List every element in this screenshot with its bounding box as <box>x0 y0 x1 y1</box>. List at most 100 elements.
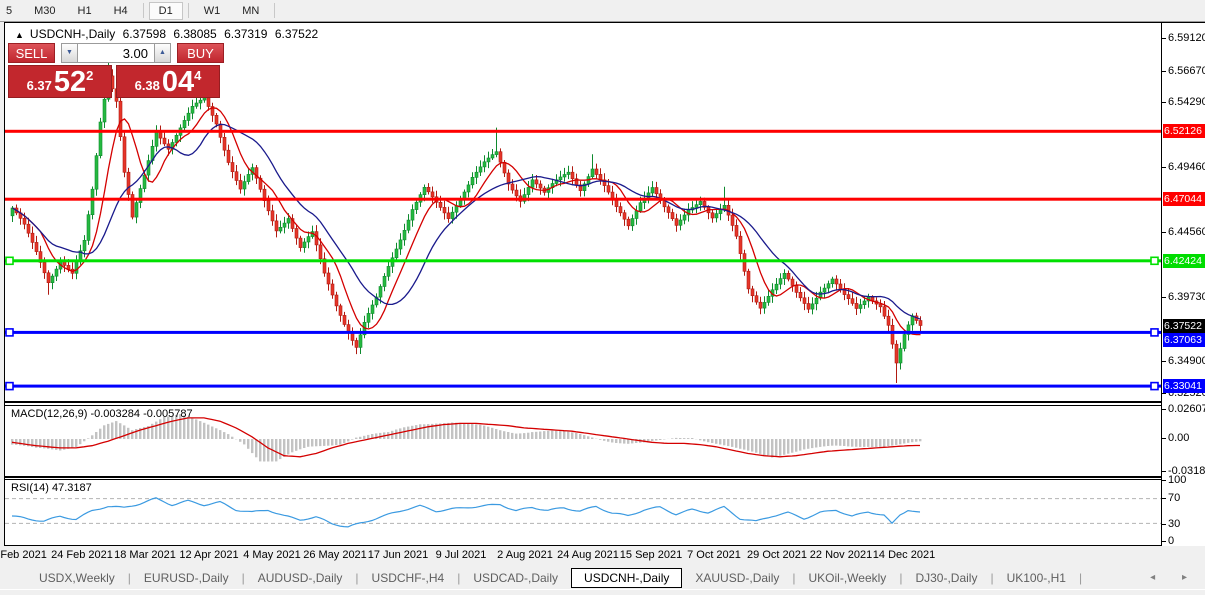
chart-tab-ukoil-weekly[interactable]: UKOil-,Weekly <box>796 568 900 588</box>
date-axis-label: 24 Aug 2021 <box>557 549 619 561</box>
level-price-label[interactable]: 6.47044 <box>1163 192 1205 206</box>
trading-platform-window: 5M30H1H4D1W1MN ▲USDCNH-,Daily 6.37598 6.… <box>0 0 1205 595</box>
date-axis-label: 18 Mar 2021 <box>114 549 176 561</box>
date-axis-label: 12 Apr 2021 <box>179 549 238 561</box>
bid-price-box[interactable]: 6.37 52 2 <box>8 65 112 98</box>
axis-tick <box>1162 498 1166 499</box>
ohlc-open: 6.37598 <box>123 27 166 41</box>
ask-big-digits: 04 <box>162 69 194 95</box>
toolbar-separator <box>143 3 144 18</box>
axis-tick <box>1162 393 1166 394</box>
bid-pip-digit: 2 <box>86 68 93 83</box>
volume-decrease-button[interactable]: ▼ <box>61 43 78 63</box>
tab-separator: | <box>1079 571 1082 585</box>
level-price-label[interactable]: 6.33041 <box>1163 379 1205 393</box>
price-axis-tick-label: 6.54290 <box>1168 96 1205 108</box>
ask-price-box[interactable]: 6.38 04 4 <box>116 65 220 98</box>
price-axis-tick-label: 6.39730 <box>1168 291 1205 303</box>
price-axis-tick-label: 6.49460 <box>1168 161 1205 173</box>
volume-input[interactable] <box>78 43 154 63</box>
axis-tick <box>1162 232 1166 233</box>
chart-tab-usdx-weekly[interactable]: USDX,Weekly <box>26 568 128 588</box>
price-chart-pane[interactable]: ▲USDCNH-,Daily 6.37598 6.38085 6.37319 6… <box>5 23 1161 403</box>
timeframe-button-h4[interactable]: H4 <box>104 2 138 20</box>
date-axis-label: 29 Oct 2021 <box>747 549 807 561</box>
line-handle[interactable] <box>1151 257 1158 264</box>
rsi-chart <box>5 480 1161 545</box>
level-price-label[interactable]: 6.37063 <box>1163 333 1205 347</box>
status-strip <box>0 589 1205 595</box>
timeframe-button-m30[interactable]: M30 <box>24 2 65 20</box>
axis-tick <box>1162 167 1166 168</box>
ohlc-low: 6.37319 <box>224 27 267 41</box>
date-axis: 2 Feb 202124 Feb 202118 Mar 202112 Apr 2… <box>4 546 1205 566</box>
chart-tab-dj30-daily[interactable]: DJ30-,Daily <box>902 568 990 588</box>
line-handle[interactable] <box>6 329 13 336</box>
ask-pip-digit: 4 <box>194 68 201 83</box>
price-axis-tick-label: 6.44560 <box>1168 226 1205 238</box>
line-handle[interactable] <box>6 257 13 264</box>
date-axis-label: 24 Feb 2021 <box>51 549 113 561</box>
line-handle[interactable] <box>1151 329 1158 336</box>
price-axis-tick-label: 6.56670 <box>1168 65 1205 77</box>
chart-window: ▲USDCNH-,Daily 6.37598 6.38085 6.37319 6… <box>4 22 1205 548</box>
chart-tab-uk100-h1[interactable]: UK100-,H1 <box>994 568 1079 588</box>
rsi-axis-tick-label: 100 <box>1168 474 1186 486</box>
line-handle[interactable] <box>1151 383 1158 390</box>
rsi-line <box>12 498 920 527</box>
chart-tab-audusd-daily[interactable]: AUDUSD-,Daily <box>245 568 356 588</box>
chart-tab-eurusd-daily[interactable]: EURUSD-,Daily <box>131 568 242 588</box>
line-handle[interactable] <box>6 383 13 390</box>
axis-tick <box>1162 471 1166 472</box>
bid-prefix: 6.37 <box>27 78 52 93</box>
chart-tab-usdcad-daily[interactable]: USDCAD-,Daily <box>460 568 571 588</box>
horizontal-level-line[interactable] <box>5 259 1161 262</box>
date-axis-label: 4 May 2021 <box>243 549 300 561</box>
macd-label: MACD(12,26,9) -0.003284 -0.005787 <box>11 408 193 420</box>
rsi-label: RSI(14) 47.3187 <box>11 482 92 494</box>
timeframe-button-5[interactable]: 5 <box>0 2 22 20</box>
price-axis: 6.59120 6.56670 6.54290 6.49460 6.44560 6.397… <box>1161 23 1205 546</box>
tab-scroll-arrows[interactable]: ◂ ▸ <box>1150 572 1199 583</box>
timeframe-button-h1[interactable]: H1 <box>68 2 102 20</box>
chart-symbol-header: ▲USDCNH-,Daily 6.37598 6.38085 6.37319 6… <box>15 27 322 41</box>
timeframe-button-d1[interactable]: D1 <box>149 2 183 20</box>
horizontal-level-line[interactable] <box>5 385 1161 388</box>
date-axis-label: 15 Sep 2021 <box>620 549 682 561</box>
level-price-label[interactable]: 6.42424 <box>1163 254 1205 268</box>
axis-tick <box>1162 524 1166 525</box>
horizontal-level-line[interactable] <box>5 198 1161 201</box>
candlestick-series <box>11 56 922 383</box>
date-axis-label: 17 Jun 2021 <box>368 549 429 561</box>
volume-increase-button[interactable]: ▲ <box>154 43 171 63</box>
chart-tab-usdcnh-daily[interactable]: USDCNH-,Daily <box>571 568 682 588</box>
toolbar-separator <box>274 3 275 18</box>
axis-tick <box>1162 438 1166 439</box>
axis-tick <box>1162 361 1166 362</box>
price-axis-tick-label: 6.59120 <box>1168 32 1205 44</box>
macd-indicator-pane[interactable]: MACD(12,26,9) -0.003284 -0.005787 <box>5 405 1161 478</box>
bid-big-digits: 52 <box>54 69 86 95</box>
axis-tick <box>1162 102 1166 103</box>
timeframe-toolbar: 5M30H1H4 D1 W1MN <box>0 0 1205 22</box>
date-axis-label: 22 Nov 2021 <box>810 549 872 561</box>
date-axis-label: 14 Dec 2021 <box>873 549 935 561</box>
timeframe-button-w1[interactable]: W1 <box>194 2 231 20</box>
horizontal-level-line[interactable] <box>5 130 1161 133</box>
chart-tab-xauusd-daily[interactable]: XAUUSD-,Daily <box>682 568 792 588</box>
date-axis-label: 2 Aug 2021 <box>497 549 553 561</box>
chart-tab-usdchf-h4[interactable]: USDCHF-,H4 <box>359 568 458 588</box>
ask-prefix: 6.38 <box>135 78 160 93</box>
collapse-triangle-icon[interactable]: ▲ <box>15 30 24 40</box>
level-price-label[interactable]: 6.52126 <box>1163 124 1205 138</box>
axis-tick <box>1162 297 1166 298</box>
axis-tick <box>1162 480 1166 481</box>
timeframe-button-mn[interactable]: MN <box>232 2 269 20</box>
rsi-indicator-pane[interactable]: RSI(14) 47.3187 <box>5 479 1161 547</box>
date-axis-label: 2 Feb 2021 <box>0 549 47 561</box>
buy-button[interactable]: BUY <box>177 43 224 63</box>
horizontal-level-line[interactable] <box>5 331 1161 334</box>
moving-averages <box>13 108 921 335</box>
price-axis-tick-label: 6.34900 <box>1168 355 1205 367</box>
sell-button[interactable]: SELL <box>8 43 55 63</box>
